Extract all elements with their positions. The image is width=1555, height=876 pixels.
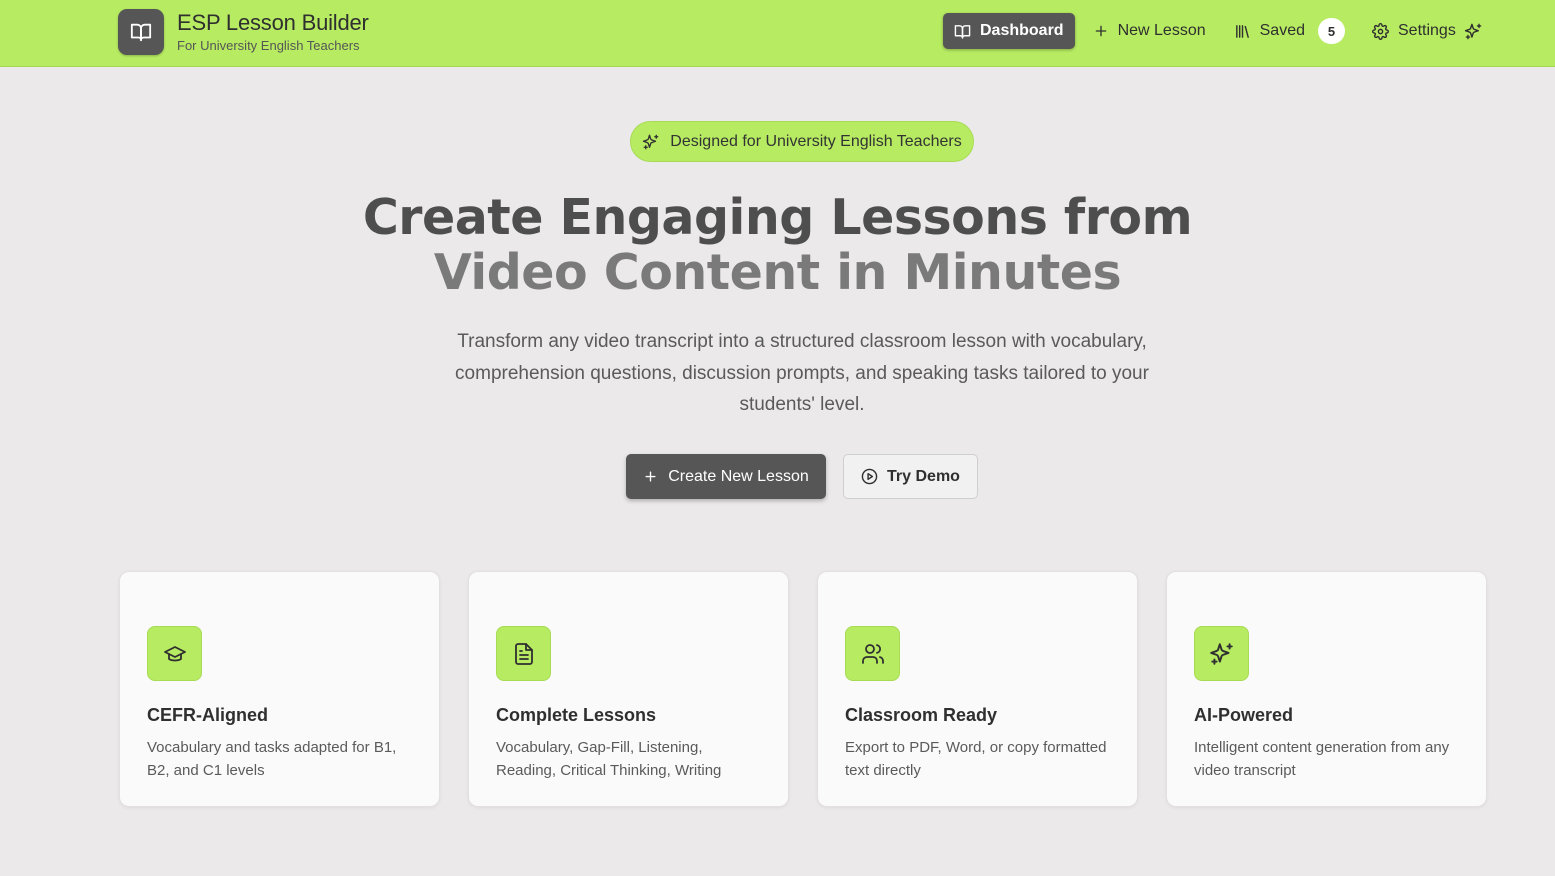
play-circle-icon xyxy=(861,468,878,485)
feature-card-classroom-ready: Classroom Ready Export to PDF, Word, or … xyxy=(817,571,1138,807)
feature-card-description: Intelligent content generation from any … xyxy=(1194,739,1450,779)
gear-icon xyxy=(1372,22,1389,40)
try-demo-label: Try Demo xyxy=(887,467,960,485)
document-icon xyxy=(496,626,551,681)
hero-subtitle: Transform any video transcript into a st… xyxy=(455,331,1149,415)
plus-icon xyxy=(643,469,658,484)
users-icon xyxy=(845,626,900,681)
feature-card-description: Export to PDF, Word, or copy formatted t… xyxy=(845,739,1107,779)
nav-settings-button[interactable]: Settings xyxy=(1372,13,1456,49)
nav-new-lesson-button[interactable]: New Lesson xyxy=(1093,13,1206,49)
app-subtitle: For University English Teachers xyxy=(177,37,360,53)
feature-card-title: AI-Powered xyxy=(1194,705,1294,725)
sparkles-icon xyxy=(642,133,660,151)
feature-card-description: Vocabulary and tasks adapted for B1, B2,… xyxy=(147,739,397,779)
feature-card-complete-lessons: Complete Lessons Vocabulary, Gap-Fill, L… xyxy=(468,571,789,807)
try-demo-button[interactable]: Try Demo xyxy=(843,454,978,499)
main-nav: Dashboard New Lesson Saved 5 Settings xyxy=(943,13,1483,49)
create-new-lesson-label: Create New Lesson xyxy=(668,467,809,485)
nav-saved-label: Saved xyxy=(1259,22,1305,39)
hero-title-line-2: Video Content in Minutes xyxy=(433,244,1122,301)
hero-tagline-text: Designed for University English Teachers xyxy=(670,132,962,150)
feature-card-title: Complete Lessons xyxy=(496,705,657,725)
hero-tagline-pill: Designed for University English Teachers xyxy=(630,121,974,162)
plus-icon xyxy=(1093,23,1109,39)
nav-settings-label: Settings xyxy=(1398,22,1456,39)
nav-saved-button[interactable]: Saved 5 xyxy=(1234,13,1345,49)
feature-card-ai-powered: AI-Powered Intelligent content generatio… xyxy=(1166,571,1487,807)
hero-cta-row: Create New Lesson Try Demo xyxy=(626,454,978,499)
book-open-icon xyxy=(118,9,164,55)
feature-card-title: CEFR-Aligned xyxy=(147,705,268,725)
hero-title-line-1: Create Engaging Lessons from xyxy=(362,189,1193,246)
feature-card-title: Classroom Ready xyxy=(845,705,998,725)
graduation-cap-icon xyxy=(147,626,202,681)
saved-count-badge: 5 xyxy=(1318,18,1345,44)
sparkles-icon[interactable] xyxy=(1464,22,1483,41)
nav-dashboard-label: Dashboard xyxy=(980,22,1064,39)
app-title: ESP Lesson Builder xyxy=(177,9,369,35)
top-navigation-bar: ESP Lesson Builder For University Englis… xyxy=(0,0,1555,67)
feature-card-cefr-aligned: CEFR-Aligned Vocabulary and tasks adapte… xyxy=(119,571,440,807)
library-icon xyxy=(1234,23,1251,40)
brand[interactable]: ESP Lesson Builder For University Englis… xyxy=(118,9,369,55)
create-new-lesson-button[interactable]: Create New Lesson xyxy=(626,454,826,499)
hero-title: Create Engaging Lessons from Video Conte… xyxy=(0,190,1555,300)
nav-dashboard-button[interactable]: Dashboard xyxy=(943,13,1075,49)
feature-card-description: Vocabulary, Gap-Fill, Listening, Reading… xyxy=(496,739,722,779)
book-open-icon xyxy=(954,23,971,40)
sparkles-icon xyxy=(1194,626,1249,681)
feature-cards: CEFR-Aligned Vocabulary and tasks adapte… xyxy=(119,571,1487,807)
nav-new-lesson-label: New Lesson xyxy=(1117,22,1206,39)
